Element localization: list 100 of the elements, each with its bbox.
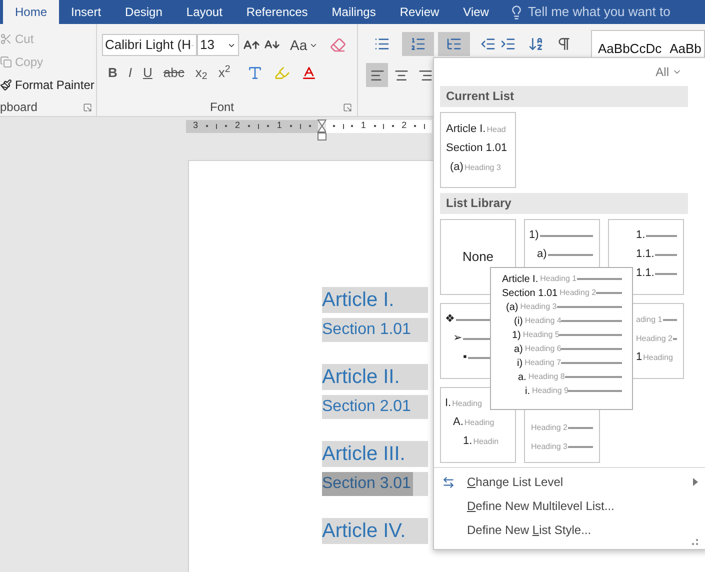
menu-item[interactable]: Define New Multilevel List... <box>434 494 705 518</box>
heading-label: ading 1 <box>636 314 662 326</box>
list-icon <box>410 36 426 52</box>
align-icon <box>370 68 384 82</box>
list-number: (i) <box>514 314 523 328</box>
heading-label: Heading 3 <box>464 162 501 174</box>
list-number: 1.1. <box>636 266 654 282</box>
style-option[interactable]: AaBb <box>670 39 702 57</box>
section-header: Current List <box>440 86 688 107</box>
list-number: 1. <box>636 228 646 244</box>
heading-label: Heading 2 <box>636 332 672 344</box>
list-number: A. <box>453 415 464 430</box>
heading-label: Heading 7 <box>524 357 562 369</box>
heading-number: Section 1.01 <box>322 320 412 340</box>
strikethrough-button[interactable]: abc <box>163 63 184 82</box>
increase-indent-icon[interactable] <box>500 36 516 52</box>
heading-number: Article II. <box>322 365 401 390</box>
heading-label: Heading 3 <box>531 440 568 452</box>
heading-label: Heading 6 <box>524 343 562 355</box>
heading-label: Headin <box>473 436 499 448</box>
list-number: i. <box>525 384 530 398</box>
font-size-field[interactable]: 13 <box>197 34 239 56</box>
menu-item[interactable]: Define New List Style... <box>434 518 705 542</box>
ruler-number: 2 <box>402 119 407 132</box>
indent-marker-icon[interactable] <box>317 118 327 140</box>
scissors-icon <box>0 33 12 45</box>
align-left-button[interactable] <box>366 63 388 87</box>
heading-label: Heading <box>643 352 673 364</box>
list-number: a) <box>537 247 547 262</box>
heading-number: Article III. <box>322 442 406 467</box>
list-number: Article I. <box>446 122 486 138</box>
text-effects-icon[interactable] <box>247 64 264 81</box>
superscript-button[interactable]: x$^{2}$ <box>218 63 230 82</box>
ribbon-tab[interactable]: View <box>451 0 501 24</box>
group-label: Font <box>208 99 235 116</box>
eraser-icon[interactable] <box>330 37 346 53</box>
align-icon <box>418 68 432 82</box>
italic-button[interactable]: I <box>128 63 132 82</box>
list-number: ❖ <box>445 312 455 328</box>
ribbon-tab[interactable]: Mailings <box>320 0 388 24</box>
ribbon-tab[interactable]: Insert <box>59 0 114 24</box>
list-number: 1) <box>529 228 539 244</box>
heading-label: Heading 2 <box>531 422 568 434</box>
pilcrow-icon[interactable] <box>556 36 572 52</box>
menu-item[interactable]: Change List Level <box>434 470 705 494</box>
heading-label: Heading 8 <box>528 371 565 383</box>
change-case-button[interactable]: Aa <box>290 34 318 56</box>
heading-label: Heading 1 <box>540 273 577 285</box>
list-number: I. <box>445 396 452 412</box>
copy-icon <box>0 56 12 68</box>
ruler-number: 3 <box>192 119 198 132</box>
ribbon-tab[interactable]: Design <box>113 0 174 24</box>
resize-grip-icon[interactable] <box>692 539 698 545</box>
ribbon-tab[interactable]: Review <box>388 0 452 24</box>
font-color-icon[interactable] <box>301 64 318 81</box>
dialog-launcher-icon[interactable] <box>343 102 352 112</box>
current-list-tile[interactable]: Article I.Head Section 1.01 (a)Heading 3 <box>440 112 516 188</box>
heading-label: Heading 4 <box>524 315 562 327</box>
list-icon <box>446 36 462 52</box>
ribbon-tab[interactable]: References <box>234 0 320 24</box>
heading-number: Section 2.01 <box>322 397 412 417</box>
heading-label: Heading 9 <box>532 385 568 397</box>
list-style-tile[interactable]: I.Heading A.Heading 1.Headin <box>440 387 516 463</box>
list-number: (a) <box>506 300 518 314</box>
paintbrush-icon <box>0 79 12 91</box>
ribbon-tab[interactable]: Layout <box>174 0 234 24</box>
heading-label: Heading 3 <box>520 301 557 313</box>
multilevel-list-button[interactable] <box>438 32 470 56</box>
heading-label: Head <box>486 124 506 136</box>
change-level-icon <box>442 476 455 488</box>
list-number: ▪ <box>463 350 467 366</box>
list-number: (a) <box>450 160 464 176</box>
decrease-indent-icon[interactable] <box>480 36 496 52</box>
list-number: 1 <box>636 350 642 366</box>
style-option[interactable]: AaBbCcDc <box>598 39 662 57</box>
heading-label: Heading <box>464 416 494 428</box>
filter-dropdown[interactable]: All <box>656 63 682 81</box>
align-icon <box>394 68 408 82</box>
ruler-number: 2 <box>234 119 240 132</box>
list-number: a. <box>518 370 526 384</box>
tell-me-field[interactable]: Tell me what you want to <box>508 0 688 24</box>
list-number: ➢ <box>453 331 462 346</box>
heading-number: Article IV. <box>322 519 407 544</box>
ruler-number: 1 <box>276 119 282 132</box>
sort-icon[interactable] <box>528 36 544 52</box>
subscript-button[interactable]: x$_{2}$ <box>195 63 208 82</box>
list-number: Section 1.01 <box>446 141 508 156</box>
font-name-field[interactable]: Calibri Light (H <box>102 34 197 56</box>
underline-button[interactable]: U <box>143 63 152 82</box>
numbering-button[interactable] <box>402 32 434 56</box>
dialog-launcher-icon[interactable] <box>83 102 92 112</box>
bold-button[interactable]: B <box>108 63 118 82</box>
list-number: 1.1. <box>636 247 654 262</box>
group-label: pboard <box>0 99 38 116</box>
ribbon-tab[interactable]: Home <box>3 0 60 24</box>
clipboard-button[interactable]: Format Painter <box>0 75 96 95</box>
heading-number: Article I. <box>322 288 396 313</box>
list-number: i) <box>517 356 523 370</box>
heading-label: Heading 5 <box>522 329 560 341</box>
heading-label: Heading <box>452 398 482 410</box>
